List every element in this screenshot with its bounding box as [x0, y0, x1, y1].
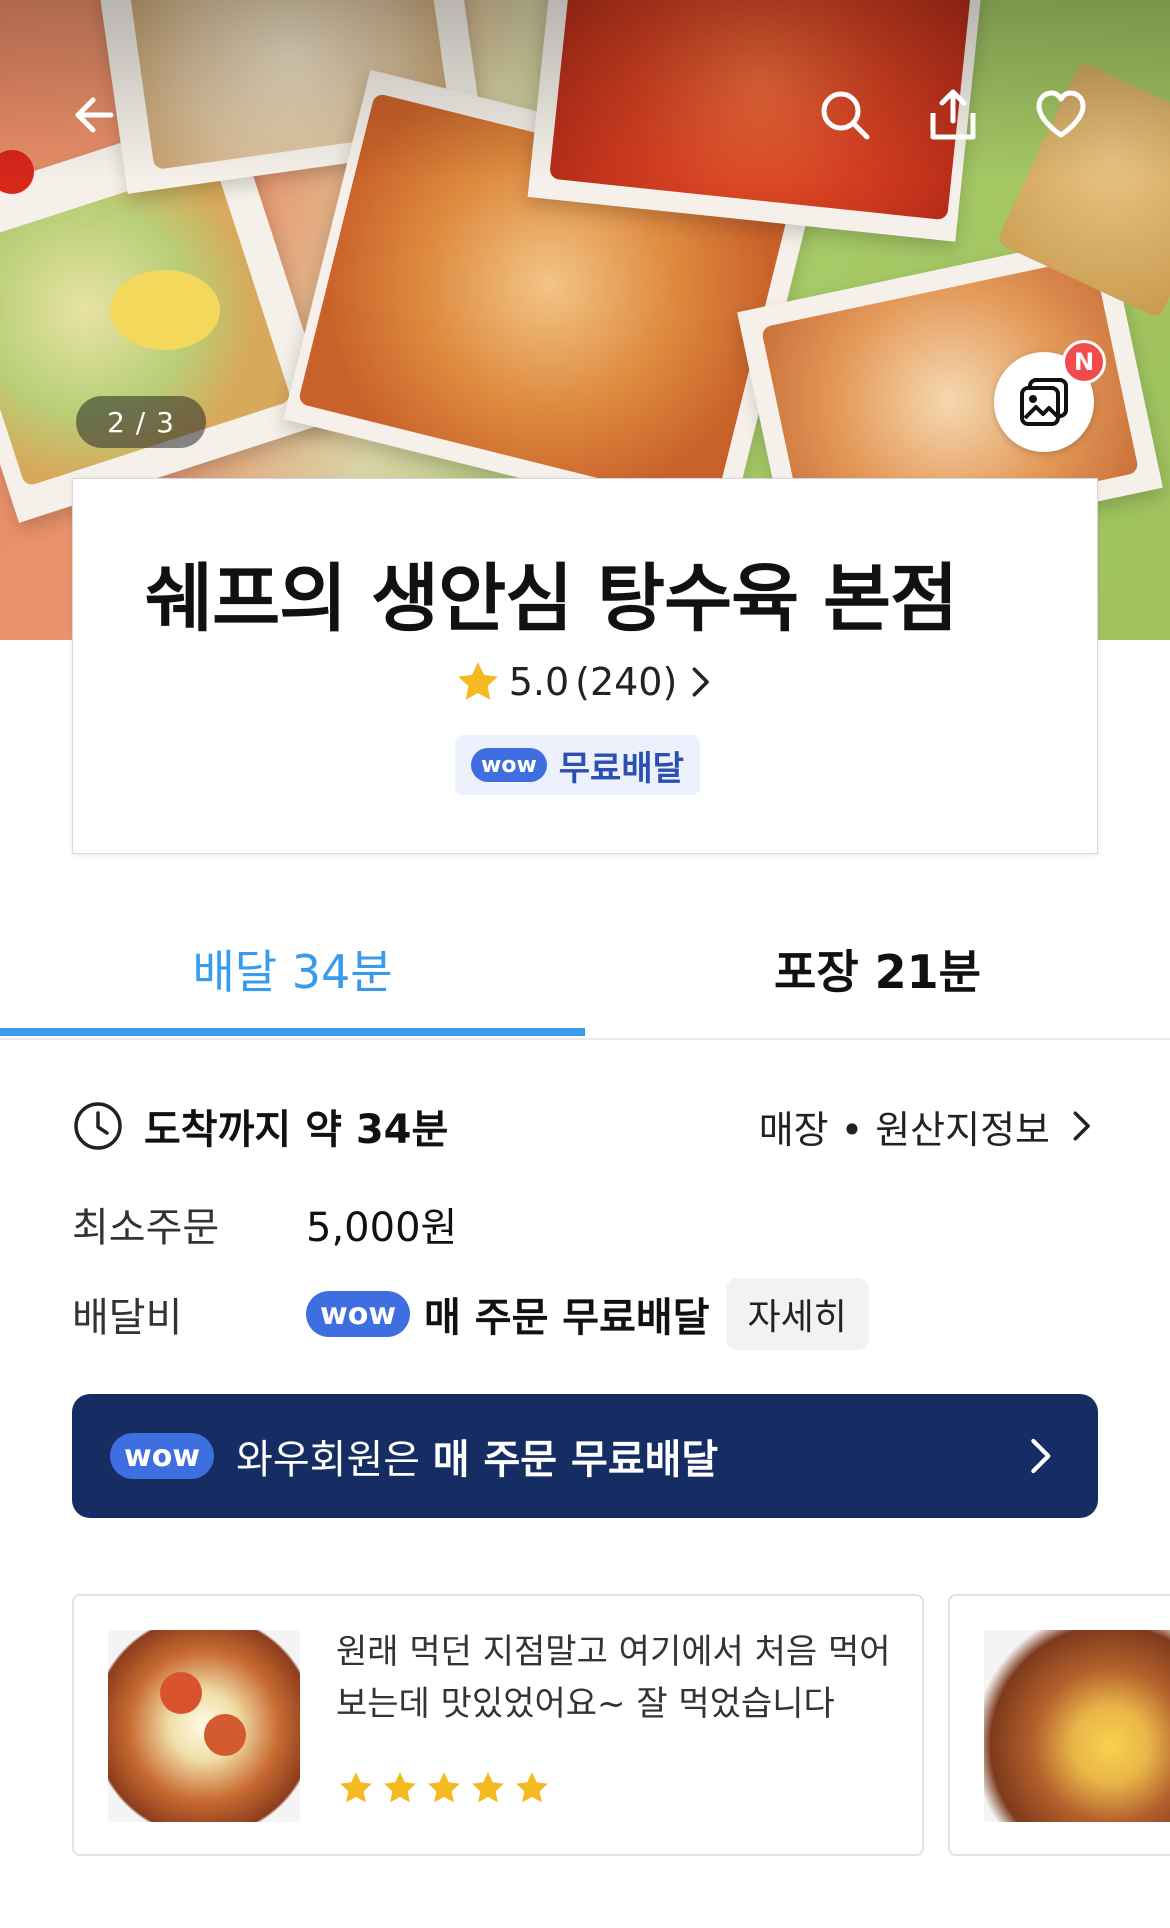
order-type-tabs: 배달 34분 포장 21분 [0, 900, 1170, 1040]
review-count: (240) [575, 660, 678, 704]
review-rating [336, 1768, 552, 1808]
star-icon [516, 1772, 548, 1803]
wow-free-delivery-chip: wow 무료배달 [455, 735, 700, 795]
arrival-time: 도착까지 약 34분 [144, 1107, 449, 1153]
back-button[interactable] [60, 80, 130, 150]
store-origin-info-label: 매장 • 원산지정보 [758, 1107, 1050, 1152]
star-icon [428, 1772, 460, 1803]
tab-delivery[interactable]: 배달 34분 [0, 900, 585, 1038]
star-icon [472, 1772, 504, 1803]
star-icon [384, 1772, 416, 1803]
banner-text-bold: 매 주문 무료배달 [432, 1437, 719, 1483]
min-order-row: 최소주문 5,000원 [72, 1194, 1098, 1254]
back-arrow-icon [75, 97, 114, 133]
review-photo [108, 1630, 300, 1822]
wow-membership-banner[interactable]: wow 와우회원은 매 주문 무료배달 [72, 1394, 1098, 1518]
delivery-fee-detail-button[interactable]: 자세히 [725, 1278, 869, 1350]
review-card[interactable]: 원래 먹던 지점말고 여기에서 처음 먹어보는데 맛있었어요~ 잘 먹었습니다 [72, 1594, 924, 1856]
arrival-row: 도착까지 약 34분 매장 • 원산지정보 [72, 1096, 1098, 1156]
wow-badge: wow [306, 1291, 411, 1337]
heart-icon [1036, 90, 1086, 138]
free-delivery-label: 무료배달 [558, 748, 684, 789]
banner-text: 와우회원은 매 주문 무료배달 [236, 1427, 718, 1485]
chevron-right-icon [1073, 1111, 1090, 1141]
star-icon [340, 1772, 372, 1803]
store-origin-info-link[interactable]: 매장 • 원산지정보 [759, 1096, 1098, 1156]
tomato-slice [160, 1672, 202, 1714]
review-text: 원래 먹던 지점말고 여기에서 처음 먹어보는데 맛있었어요~ 잘 먹었습니다 [336, 1632, 891, 1724]
rating-link[interactable]: 5.0 (240) [73, 657, 1097, 707]
store-summary-card: 쉐프의 생안심 탕수육 본점 5.0 (240) wow 무료배달 [72, 478, 1098, 854]
store-name: 쉐프의 생안심 탕수육 본점 [145, 556, 958, 642]
share-button[interactable] [918, 80, 988, 150]
lemon-slice [110, 270, 220, 350]
wow-badge: wow [110, 1433, 215, 1479]
star-icon [457, 662, 498, 700]
share-icon [930, 89, 976, 140]
min-order-value: 5,000원 [306, 1205, 458, 1251]
tab-pickup[interactable]: 포장 21분 [585, 900, 1170, 1038]
delivery-fee-label: 배달비 [72, 1295, 183, 1341]
search-button[interactable] [810, 80, 880, 150]
chevron-right-icon [1031, 1438, 1051, 1474]
new-badge: N [1062, 340, 1106, 384]
chevron-right-icon [692, 667, 710, 697]
review-card[interactable] [948, 1594, 1170, 1856]
gallery-icon [1020, 378, 1068, 426]
review-photo [984, 1630, 1170, 1822]
favorite-button[interactable] [1026, 80, 1096, 150]
search-icon [821, 91, 870, 140]
banner-text-prefix: 와우회원은 [236, 1437, 433, 1483]
delivery-fee-row: 배달비 wow 매 주문 무료배달 자세히 [72, 1278, 1098, 1350]
photo-counter: 2 / 3 [76, 396, 206, 448]
wow-badge: wow [471, 748, 547, 782]
hero-shade [0, 0, 1170, 180]
rating-value: 5.0 [508, 660, 570, 704]
min-order-label: 최소주문 [72, 1205, 220, 1251]
active-tab-indicator [0, 1028, 585, 1036]
delivery-fee-value: 매 주문 무료배달 [424, 1295, 710, 1341]
tomato-slice [204, 1714, 246, 1756]
clock-icon [74, 1102, 122, 1150]
